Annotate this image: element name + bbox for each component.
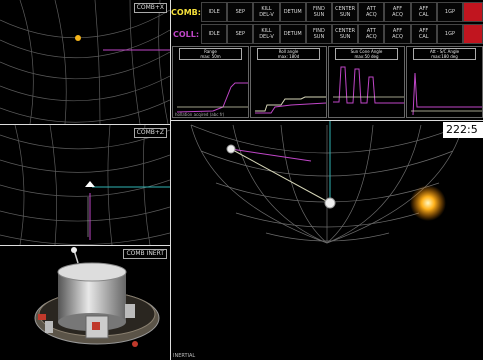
view-label-main: INERTIAL — [173, 353, 196, 359]
view-label-mid-left: COMB+Z — [133, 128, 167, 138]
comb-1gp-button[interactable]: 1GP — [436, 2, 464, 22]
grid-view-top-left — [0, 0, 170, 124]
view-panel-mid-left[interactable]: COMB+Z — [0, 125, 170, 245]
comb-kill-delv-button[interactable]: KILL DEL-V — [253, 2, 280, 22]
comb-sep-button[interactable]: SEP — [227, 2, 254, 22]
comb-center-sun-button[interactable]: CENTER SUN — [332, 2, 359, 22]
coll-mode-label: COLL: — [172, 29, 200, 39]
comb-aff-acq-button[interactable]: AFF ACQ — [384, 2, 411, 22]
coll-center-sun-button[interactable]: CENTER SUN — [332, 24, 359, 44]
coll-idle-button[interactable]: IDLE — [201, 24, 228, 44]
comb-idle-button[interactable]: IDLE — [201, 2, 228, 22]
panel-divider-bottom — [0, 245, 170, 246]
grid-view-mid-left — [0, 125, 170, 245]
spacecraft-3d-view — [34, 247, 160, 347]
comb-mode-row: COMB: IDLE SEP KILL DEL-V DETUM FIND SUN… — [171, 2, 483, 22]
comb-aff-cal-button[interactable]: AFF CAL — [410, 2, 437, 22]
comb-mode-label: COMB: — [171, 7, 201, 17]
panel-divider-vertical — [170, 0, 171, 360]
plot-range-trace — [176, 82, 248, 113]
plot-roll-angle[interactable]: Roll angle max: 180d — [250, 46, 327, 118]
spacecraft-marker-icon — [85, 181, 95, 187]
view-label-bottom-left: COMB INERT — [123, 249, 167, 259]
panel-divider-main — [171, 120, 483, 121]
coll-sep-button[interactable]: SEP — [227, 24, 254, 44]
plot-att-sc-angle-trace — [411, 72, 482, 116]
panel-divider-top — [0, 124, 170, 125]
sun-icon — [410, 185, 446, 221]
comb-find-sun-button[interactable]: FIND SUN — [305, 2, 333, 22]
sun-marker-icon — [75, 35, 81, 41]
target-marker-icon — [226, 144, 236, 154]
coll-att-acq-button[interactable]: ATT ACQ — [358, 24, 385, 44]
plot-att-sc-angle[interactable]: Att - S/C Angle max:180 deg — [406, 46, 483, 118]
coll-aff-cal-button[interactable]: AFF CAL — [410, 24, 437, 44]
view-label-top-left: COMB+X — [133, 3, 167, 13]
plot-range[interactable]: Range max: 50m hollation acqired (abc fr… — [172, 46, 249, 118]
coll-aff-acq-button[interactable]: AFF ACQ — [384, 24, 411, 44]
comb-abort-button[interactable] — [463, 2, 483, 22]
coll-abort-button[interactable] — [463, 24, 483, 44]
antenna-icon — [71, 247, 77, 253]
coll-1gp-button[interactable]: 1GP — [436, 24, 464, 44]
coll-detum-button[interactable]: DETUM — [279, 24, 306, 44]
coll-kill-delv-button[interactable]: KILL DEL-V — [253, 24, 280, 44]
plot-roll-angle-trace — [255, 96, 327, 114]
coll-find-sun-button[interactable]: FIND SUN — [305, 24, 333, 44]
comb-att-acq-button[interactable]: ATT ACQ — [358, 2, 385, 22]
main-inertial-view[interactable]: INERTIAL — [171, 121, 483, 360]
plot-caption: hollation acqired (abc fr) — [175, 112, 225, 117]
comb-detum-button[interactable]: DETUM — [279, 2, 306, 22]
coll-mode-row: COLL: IDLE SEP KILL DEL-V DETUM FIND SUN… — [171, 24, 483, 44]
mission-timer: 222:5 — [443, 122, 483, 138]
plot-sun-cone-angle-trace — [333, 66, 404, 104]
spacecraft-marker-icon — [324, 197, 336, 209]
inertial-sphere — [190, 121, 464, 244]
plot-sun-cone-angle[interactable]: Sun Cone Angle max:50 deg — [328, 46, 405, 118]
view-panel-top-left[interactable]: COMB+X — [0, 0, 170, 124]
view-panel-bottom-left[interactable]: COMB INERT — [0, 246, 170, 360]
